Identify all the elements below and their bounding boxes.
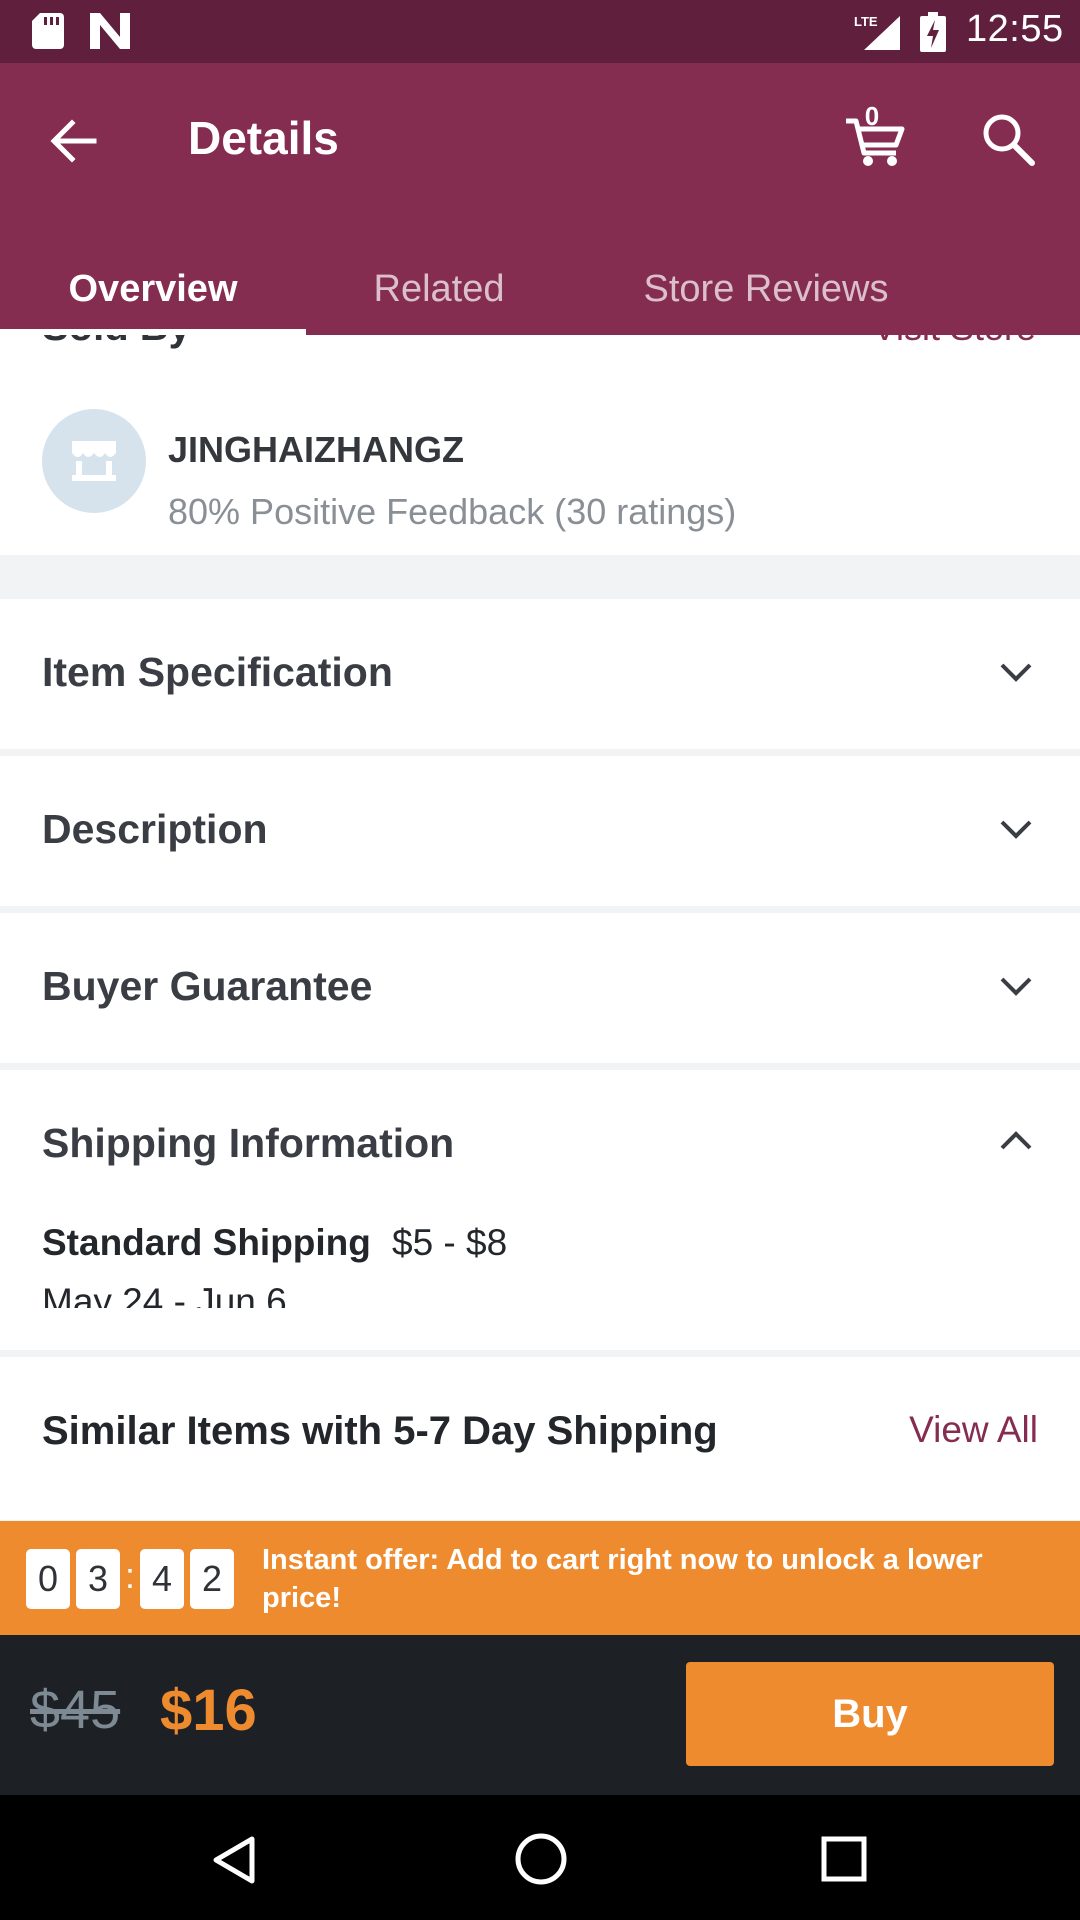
- section-item-specification[interactable]: Item Specification: [0, 599, 1080, 749]
- timer-digit: 2: [190, 1549, 234, 1609]
- back-arrow-icon[interactable]: [44, 111, 104, 171]
- chevron-up-icon: [1000, 1131, 1032, 1150]
- timer-separator: :: [125, 1555, 136, 1596]
- search-icon[interactable]: [978, 109, 1038, 169]
- shipping-dates-clip: May 24 - Jun 6: [42, 1278, 287, 1308]
- visit-store-link[interactable]: Visit Store: [873, 335, 1036, 349]
- section-title: Shipping Information: [42, 1120, 455, 1166]
- seller-card: Sold By Visit Store JINGHAIZHANGZ 80% Po…: [0, 335, 1080, 555]
- battery-charging-icon: [920, 12, 946, 52]
- nav-home-icon[interactable]: [514, 1832, 568, 1886]
- nav-recents-icon[interactable]: [820, 1835, 868, 1883]
- timer-digit: 0: [26, 1549, 70, 1609]
- storefront-icon: [72, 441, 116, 481]
- instant-offer-banner[interactable]: 0 3 : 4 2 Instant offer: Add to cart rig…: [0, 1521, 1080, 1635]
- store-avatar[interactable]: [42, 409, 146, 513]
- sale-price: $16: [160, 1678, 257, 1743]
- page-title: Details: [188, 112, 339, 164]
- lte-signal-icon: LTE: [854, 14, 900, 50]
- cart-count-badge: 0: [864, 101, 880, 131]
- buy-button[interactable]: Buy: [686, 1662, 1054, 1766]
- status-bar: LTE 12:55: [0, 0, 1080, 63]
- original-price: $45: [30, 1680, 121, 1740]
- system-nav-bar: [0, 1795, 1080, 1920]
- offer-text: Instant offer: Add to cart right now to …: [262, 1544, 983, 1614]
- chevron-down-icon: [1000, 663, 1032, 682]
- chevron-down-icon: [1000, 977, 1032, 996]
- tab-bar: Overview Related Store Reviews: [0, 243, 1080, 335]
- view-all-link[interactable]: View All: [909, 1409, 1038, 1451]
- timer-digit: 4: [140, 1549, 184, 1609]
- shipping-dates: May 24 - Jun 6: [42, 1281, 287, 1308]
- buy-bar: $45 $16 Buy: [0, 1635, 1080, 1795]
- n-notification-icon: [90, 13, 130, 49]
- status-clock: 12:55: [966, 8, 1064, 50]
- shipping-price: $5 - $8: [392, 1222, 508, 1263]
- sold-by-title: Sold By: [42, 335, 191, 350]
- store-feedback: 80% Positive Feedback (30 ratings): [168, 491, 737, 532]
- similar-items-card: Similar Items with 5-7 Day Shipping View…: [0, 1357, 1080, 1520]
- tab-overview[interactable]: Overview: [0, 243, 306, 335]
- similar-items-title: Similar Items with 5-7 Day Shipping: [42, 1409, 718, 1453]
- section-title: Buyer Guarantee: [42, 963, 373, 1009]
- chevron-down-icon: [1000, 820, 1032, 839]
- section-title: Item Specification: [42, 649, 393, 695]
- app-bar: Details 0 Overview Related Store Reviews: [0, 63, 1080, 335]
- tab-related[interactable]: Related: [306, 243, 572, 335]
- section-buyer-guarantee[interactable]: Buyer Guarantee: [0, 913, 1080, 1063]
- svg-text:LTE: LTE: [854, 14, 878, 29]
- section-title: Description: [42, 806, 268, 852]
- section-description[interactable]: Description: [0, 756, 1080, 906]
- details-content[interactable]: Sold By Visit Store JINGHAIZHANGZ 80% Po…: [0, 335, 1080, 1520]
- tab-store-reviews[interactable]: Store Reviews: [600, 243, 932, 335]
- store-name[interactable]: JINGHAIZHANGZ: [168, 429, 464, 471]
- nav-back-icon[interactable]: [210, 1835, 260, 1885]
- shipping-method: Standard Shipping: [42, 1222, 371, 1263]
- timer-digit: 3: [76, 1549, 120, 1609]
- sd-card-icon: [32, 13, 64, 49]
- section-shipping-information[interactable]: Shipping Information Standard Shipping $…: [0, 1070, 1080, 1350]
